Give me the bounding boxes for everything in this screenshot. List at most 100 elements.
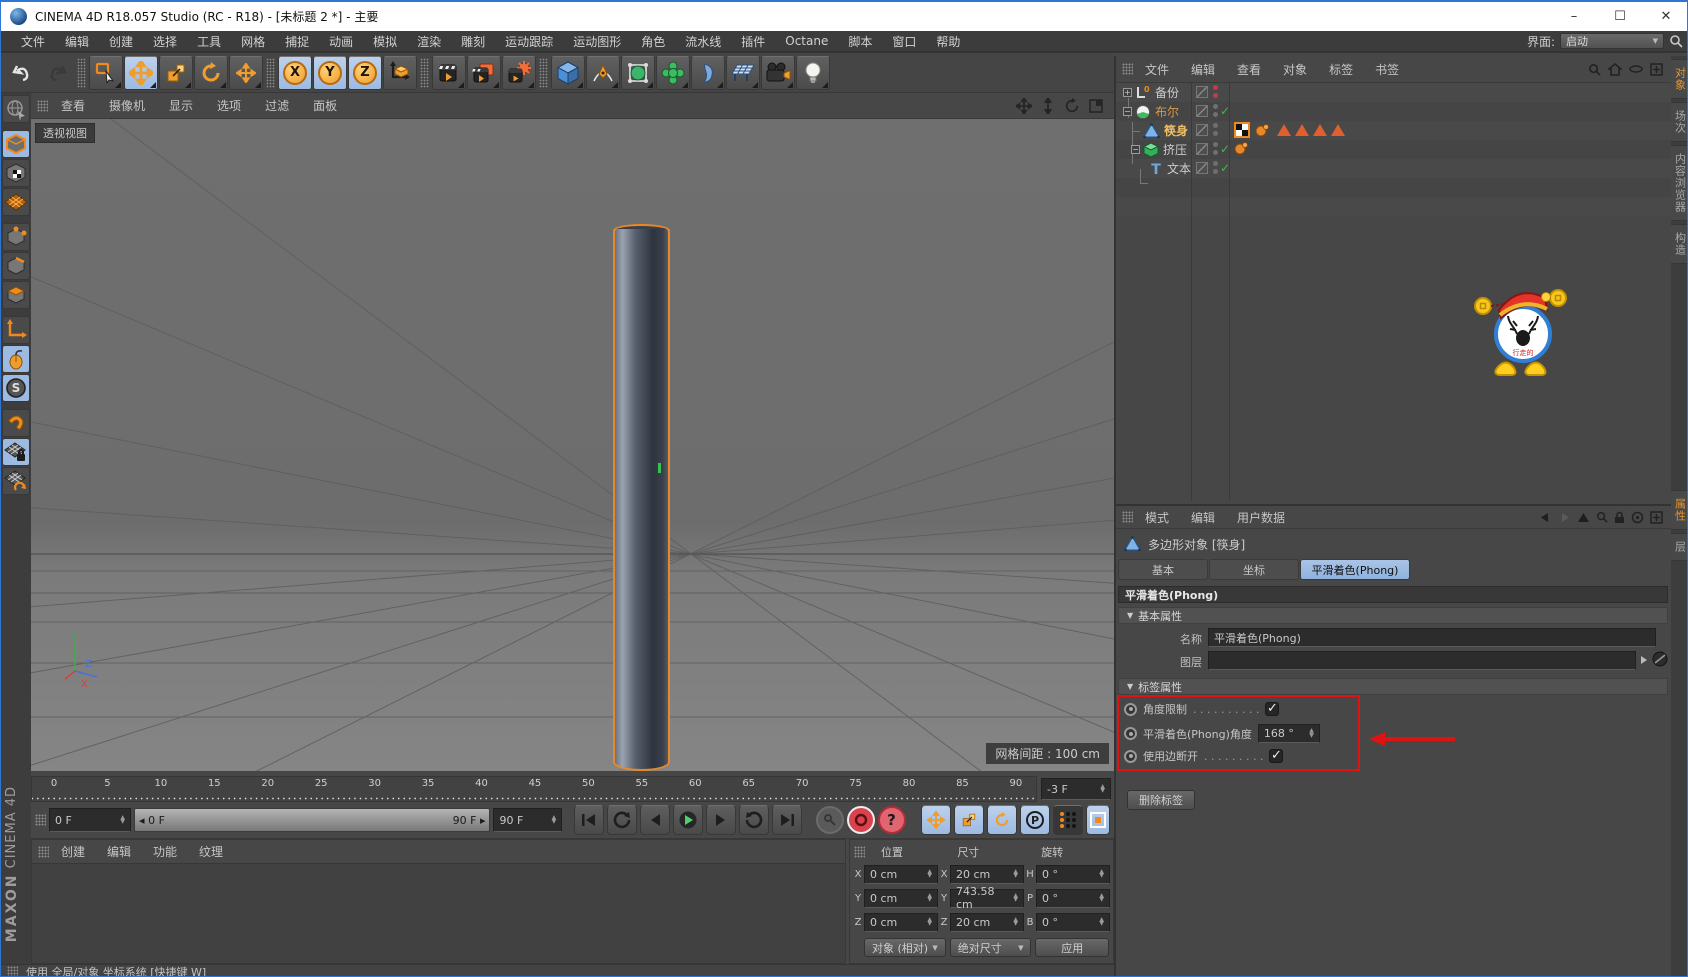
- rot-b-field[interactable]: 0 ° ▲ ▼: [1036, 912, 1110, 932]
- size-z-field[interactable]: 20 cm ▲ ▼: [950, 912, 1024, 932]
- close-button[interactable]: ✕: [1643, 2, 1687, 31]
- tab-content-browser[interactable]: 内容浏览器: [1670, 145, 1687, 221]
- render-visibility-dot[interactable]: [1213, 93, 1218, 98]
- menu-tools[interactable]: 工具: [187, 33, 231, 50]
- collapse-icon[interactable]: −: [1131, 145, 1140, 154]
- menu-edit[interactable]: 编辑: [55, 33, 99, 50]
- tag-properties-group[interactable]: ▼ 标签属性: [1118, 678, 1668, 695]
- viewport-canvas[interactable]: 透视视图 网格间距 : 100 cm Y Z X: [31, 119, 1114, 771]
- polygons-mode-button[interactable]: [2, 281, 30, 309]
- play-forwards-loop-button[interactable]: [738, 805, 769, 835]
- keyframe-selection-button[interactable]: [1086, 805, 1110, 835]
- menu-select[interactable]: 选择: [143, 33, 187, 50]
- go-to-end-button[interactable]: [771, 805, 802, 835]
- menu-render[interactable]: 渲染: [407, 33, 451, 50]
- render-visibility-dot[interactable]: [1213, 150, 1218, 155]
- editor-visibility-dot[interactable]: [1213, 104, 1218, 109]
- om-home-icon[interactable]: [1608, 62, 1622, 76]
- menu-mograph[interactable]: 运动图形: [563, 33, 631, 50]
- history-forward-icon[interactable]: [1558, 512, 1571, 523]
- menu-help[interactable]: 帮助: [926, 33, 970, 50]
- object-row-chopstick-body[interactable]: 筷身: [1143, 121, 1188, 140]
- layer-toggle-icon[interactable]: [1196, 105, 1208, 117]
- lock-workplane-button[interactable]: [2, 438, 30, 466]
- om-menu-file[interactable]: 文件: [1135, 61, 1179, 78]
- vp-menu-panel[interactable]: 面板: [302, 97, 348, 114]
- mat-menu-create[interactable]: 创建: [51, 843, 95, 860]
- layer-toggle-icon[interactable]: [1196, 162, 1208, 174]
- redo-button[interactable]: [40, 56, 74, 90]
- pos-y-field[interactable]: 0 cm ▲ ▼: [864, 888, 938, 908]
- move-tool[interactable]: [124, 55, 158, 90]
- vp-menu-options[interactable]: 选项: [206, 97, 252, 114]
- object-row-extrude[interactable]: − 挤压: [1131, 140, 1187, 159]
- dolly-view-icon[interactable]: [1040, 97, 1056, 114]
- scale-tool[interactable]: [159, 55, 193, 90]
- make-editable-button[interactable]: [2, 95, 30, 123]
- coordinate-system-button[interactable]: [383, 55, 417, 90]
- expand-icon[interactable]: +: [1123, 88, 1132, 97]
- menu-window[interactable]: 窗口: [882, 33, 926, 50]
- record-key-button[interactable]: [815, 806, 844, 834]
- tab-attributes[interactable]: 属性: [1670, 490, 1687, 530]
- menu-octane[interactable]: Octane: [775, 34, 838, 48]
- menu-plugins[interactable]: 插件: [731, 33, 775, 50]
- mat-menu-function[interactable]: 功能: [143, 843, 187, 860]
- play-button[interactable]: [672, 805, 703, 835]
- position-mode-dropdown[interactable]: 对象 (相对) ▼: [864, 938, 946, 957]
- tab-basic[interactable]: 基本: [1118, 559, 1208, 580]
- vp-menu-camera[interactable]: 摄像机: [98, 97, 156, 114]
- rot-p-field[interactable]: 0 ° ▲ ▼: [1036, 888, 1110, 908]
- tab-phong[interactable]: 平滑着色(Phong): [1300, 559, 1410, 580]
- menu-snap[interactable]: 捕捉: [275, 33, 319, 50]
- size-x-field[interactable]: 20 cm ▲ ▼: [950, 864, 1024, 884]
- attr-menu-mode[interactable]: 模式: [1135, 509, 1179, 526]
- menu-file[interactable]: 文件: [11, 33, 55, 50]
- enable-check-icon[interactable]: ✓: [1220, 142, 1230, 156]
- enable-snap-button[interactable]: S: [2, 374, 30, 402]
- history-back-icon[interactable]: [1539, 512, 1552, 523]
- lock-x-axis-button[interactable]: X: [278, 55, 312, 90]
- previous-frame-button[interactable]: [639, 805, 670, 835]
- tab-coordinates[interactable]: 坐标: [1209, 559, 1299, 580]
- lock-icon[interactable]: [1614, 511, 1625, 524]
- layer-toggle-icon[interactable]: [1196, 143, 1208, 155]
- add-cube-primitive-button[interactable]: [551, 55, 585, 90]
- play-backwards-button[interactable]: [606, 805, 637, 835]
- timeline-range-slider[interactable]: ◂ 0 F 90 F ▸: [134, 808, 491, 832]
- selection-tag-icon[interactable]: [1331, 124, 1345, 136]
- layer-field[interactable]: [1208, 651, 1636, 670]
- menu-script[interactable]: 脚本: [838, 33, 882, 50]
- keyframe-dots-button[interactable]: [1053, 805, 1083, 835]
- object-row-text[interactable]: T 文本: [1149, 159, 1191, 178]
- tab-structure[interactable]: 构造: [1670, 224, 1687, 264]
- menu-mesh[interactable]: 网格: [231, 33, 275, 50]
- camera-object-button[interactable]: [761, 55, 795, 90]
- editor-visibility-dot[interactable]: [1213, 161, 1218, 166]
- spline-pen-button[interactable]: [586, 55, 620, 90]
- current-frame-field[interactable]: 0 F ▲ ▼: [49, 808, 132, 832]
- render-settings-button[interactable]: [502, 55, 536, 90]
- workplane-mode-button[interactable]: [2, 188, 30, 216]
- enable-check-icon[interactable]: ✓: [1220, 104, 1230, 118]
- attr-menu-edit[interactable]: 编辑: [1181, 509, 1225, 526]
- deformer-button[interactable]: [656, 55, 690, 90]
- texture-mode-button[interactable]: [2, 159, 30, 187]
- render-visibility-dot[interactable]: [1213, 112, 1218, 117]
- toggle-panel-icon[interactable]: [1088, 98, 1104, 114]
- selection-tag-icon[interactable]: [1313, 124, 1327, 136]
- layer-browser-icon[interactable]: [1652, 651, 1668, 667]
- render-visibility-dot[interactable]: [1213, 169, 1218, 174]
- panel-grip[interactable]: [37, 99, 48, 112]
- pos-z-field[interactable]: 0 cm ▲ ▼: [864, 912, 938, 932]
- model-mode-button[interactable]: [2, 130, 30, 158]
- menu-character[interactable]: 角色: [631, 33, 675, 50]
- key-position-toggle[interactable]: [921, 805, 951, 835]
- spinner-arrows-icon[interactable]: ▲ ▼: [552, 814, 557, 825]
- timeline-ruler[interactable]: 0 5 10 15 20 25 30 35 40 45 50 55 60 65 …: [31, 776, 1037, 802]
- frame-offset-field[interactable]: -3 F ▲ ▼: [1041, 778, 1111, 800]
- pos-x-field[interactable]: 0 cm ▲ ▼: [864, 864, 938, 884]
- lock-z-axis-button[interactable]: Z: [348, 55, 382, 90]
- panel-grip[interactable]: [38, 845, 49, 858]
- phong-tag-icon[interactable]: [1234, 141, 1248, 155]
